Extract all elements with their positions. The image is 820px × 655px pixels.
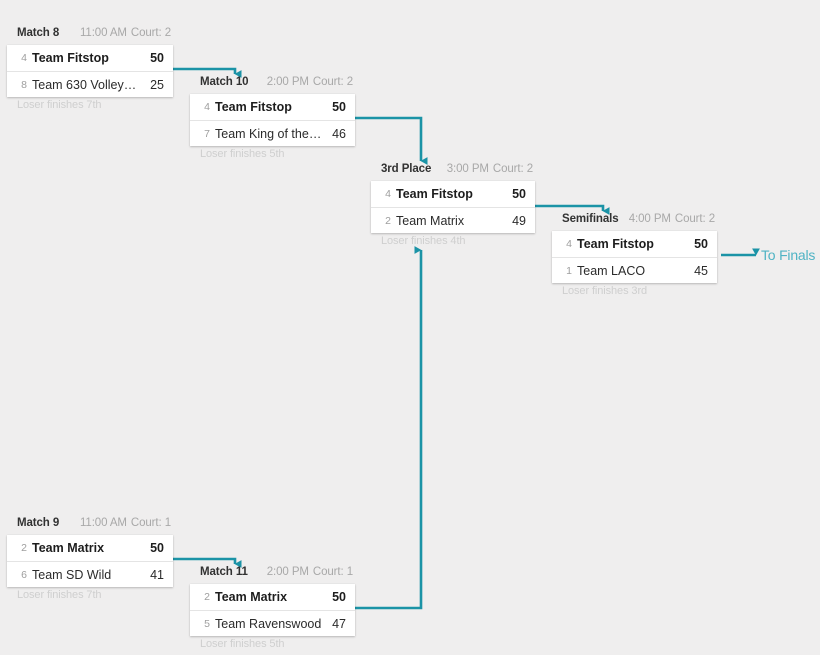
match-header: 3rd Place 3:00 PM Court: 2 [371,163,535,181]
match-title: Match 8 [17,27,60,39]
match-header: Match 10 2:00 PM Court: 2 [190,76,355,94]
team-score: 49 [512,213,526,228]
match-court: Court: 1 [130,517,171,529]
match-court: Court: 2 [674,213,715,225]
team-row[interactable]: 4 Team Fitstop 50 [552,231,717,257]
team-seed: 8 [21,78,27,91]
connector-match8-to-match10 [173,67,242,78]
team-seed: 4 [385,188,391,200]
match-card[interactable]: 4 Team Fitstop 50 8 Team 630 Volleyball … [7,45,173,97]
team-score: 47 [332,616,346,631]
team-name: Team 630 Volleyball [32,77,143,92]
loser-note: Loser finishes 4th [381,235,466,247]
team-name: Team Ravenswood [215,616,322,631]
team-score: 46 [332,126,346,141]
loser-note: Loser finishes 7th [17,99,102,111]
connector-match10-to-third-place [355,116,428,165]
match-time: 3:00 PM [446,163,489,175]
team-name: Team Matrix [32,541,105,555]
team-name: Team Matrix [215,590,288,604]
team-row[interactable]: 1 Team LACO 45 [552,257,717,283]
match-header: Semifinals 4:00 PM Court: 2 [552,213,717,231]
match-match-8[interactable]: Match 8 11:00 AM Court: 2 4 Team Fitstop… [7,27,173,111]
team-name: Team Fitstop [396,187,473,201]
team-name: Team King of the Bea… [215,126,324,141]
match-court: Court: 2 [492,163,533,175]
match-match-11[interactable]: Match 11 2:00 PM Court: 1 2 Team Matrix … [190,566,355,650]
team-score: 50 [332,100,346,114]
team-row[interactable]: 8 Team 630 Volleyball 25 [7,71,173,97]
match-court: Court: 1 [312,566,353,578]
team-score: 50 [512,187,526,201]
team-name: Team Matrix [396,213,465,228]
match-title: Match 10 [200,76,249,88]
match-semifinals[interactable]: Semifinals 4:00 PM Court: 2 4 Team Fitst… [552,213,717,297]
team-row[interactable]: 5 Team Ravenswood 47 [190,610,355,636]
team-score: 45 [694,263,708,278]
match-third-place[interactable]: 3rd Place 3:00 PM Court: 2 4 Team Fitsto… [371,163,535,247]
team-score: 50 [150,541,164,555]
loser-note: Loser finishes 5th [200,148,285,160]
team-score: 50 [332,590,346,604]
match-court: Court: 2 [130,27,171,39]
team-name: Team Fitstop [32,51,109,65]
team-row[interactable]: 2 Team Matrix 50 [190,584,355,610]
match-court: Court: 2 [312,76,353,88]
team-seed: 2 [21,542,27,554]
tournament-bracket: Match 8 11:00 AM Court: 2 4 Team Fitstop… [0,0,820,655]
team-name: Team Fitstop [577,237,654,251]
connector-third-place-to-semifinals [535,204,610,215]
match-card[interactable]: 4 Team Fitstop 50 7 Team King of the Bea… [190,94,355,146]
connector-match9-to-match11 [173,557,242,568]
team-row[interactable]: 4 Team Fitstop 50 [190,94,355,120]
match-card[interactable]: 2 Team Matrix 50 6 Team SD Wild 41 [7,535,173,587]
match-match-10[interactable]: Match 10 2:00 PM Court: 2 4 Team Fitstop… [190,76,355,160]
team-name: Team SD Wild [32,567,112,582]
match-card[interactable]: 2 Team Matrix 50 5 Team Ravenswood 47 [190,584,355,636]
team-seed: 6 [21,568,27,581]
match-title: Match 11 [200,566,248,578]
match-header: Match 9 11:00 AM Court: 1 [7,517,173,535]
loser-note: Loser finishes 3rd [562,285,648,297]
loser-note: Loser finishes 7th [17,589,102,601]
to-finals-link[interactable]: To Finals [761,247,815,263]
team-seed: 7 [204,127,210,140]
team-seed: 4 [204,101,210,113]
match-time: 11:00 AM [79,27,127,39]
match-time: 11:00 AM [79,517,127,529]
match-time: 2:00 PM [266,76,309,88]
team-name: Team LACO [577,263,646,278]
team-seed: 4 [566,238,572,250]
match-time: 4:00 PM [628,213,671,225]
match-card[interactable]: 4 Team Fitstop 50 1 Team LACO 45 [552,231,717,283]
team-row[interactable]: 7 Team King of the Bea… 46 [190,120,355,146]
match-title: Match 9 [17,517,60,529]
team-seed: 4 [21,52,27,64]
team-seed: 5 [204,617,210,630]
loser-note: Loser finishes 5th [200,638,285,650]
team-score: 50 [150,51,164,65]
team-seed: 2 [385,214,391,227]
match-title: Semifinals [562,213,619,225]
team-row[interactable]: 2 Team Matrix 50 [7,535,173,561]
team-row[interactable]: 4 Team Fitstop 50 [7,45,173,71]
match-title: 3rd Place [381,163,432,175]
team-score: 41 [150,567,164,582]
match-header: Match 8 11:00 AM Court: 2 [7,27,173,45]
team-seed: 1 [566,264,572,277]
match-card[interactable]: 4 Team Fitstop 50 2 Team Matrix 49 [371,181,535,233]
team-name: Team Fitstop [215,100,292,114]
match-header: Match 11 2:00 PM Court: 1 [190,566,355,584]
match-match-9[interactable]: Match 9 11:00 AM Court: 1 2 Team Matrix … [7,517,173,601]
team-seed: 2 [204,591,210,603]
team-score: 50 [694,237,708,251]
team-score: 25 [150,77,164,92]
team-row[interactable]: 4 Team Fitstop 50 [371,181,535,207]
match-time: 2:00 PM [266,566,309,578]
connector-match11-to-third-place [355,246,423,610]
team-row[interactable]: 2 Team Matrix 49 [371,207,535,233]
team-row[interactable]: 6 Team SD Wild 41 [7,561,173,587]
